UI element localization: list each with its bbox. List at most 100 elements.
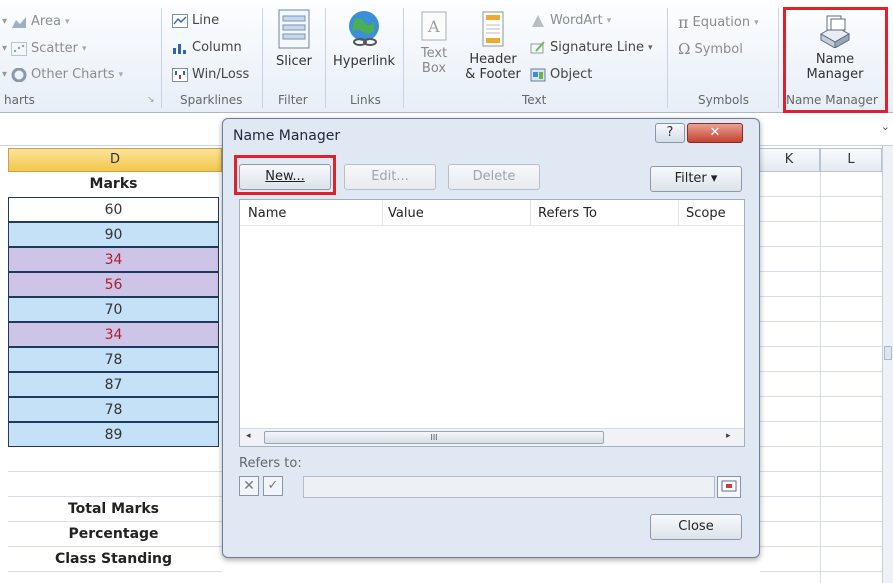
horizontal-scrollbar[interactable]: ◂ III ▸ xyxy=(240,428,744,446)
svg-text:A: A xyxy=(427,17,440,36)
total-marks-cell[interactable]: Total Marks xyxy=(8,497,219,522)
scatter-chart-label: Scatter xyxy=(31,41,78,56)
ribbon-separator xyxy=(403,8,404,108)
delete-button[interactable]: Delete xyxy=(448,164,540,190)
header-footer-button[interactable]: Header & Footer xyxy=(462,10,524,82)
gridline xyxy=(760,271,882,272)
ribbon-separator xyxy=(667,8,668,108)
equation-button[interactable]: π Equation ▾ xyxy=(678,13,759,32)
scatter-chart-button[interactable]: ▾ Scatter ▾ xyxy=(2,41,86,56)
ribbon-separator xyxy=(161,8,162,108)
pi-icon: π xyxy=(678,13,689,32)
marks-value-cell[interactable]: 60 xyxy=(8,197,219,222)
object-button[interactable]: Object xyxy=(530,67,592,82)
help-button[interactable]: ? xyxy=(655,123,685,143)
hyperlink-button[interactable]: Hyperlink xyxy=(330,8,398,69)
ribbon-separator xyxy=(325,8,326,108)
horizontal-scroll-thumb[interactable]: III xyxy=(264,431,604,444)
vertical-scrollbar[interactable] xyxy=(882,146,893,583)
charts-group-label: harts xyxy=(4,93,35,107)
marks-value-cell[interactable]: 87 xyxy=(8,372,219,397)
column-header-k[interactable]: K xyxy=(758,148,820,172)
symbol-button[interactable]: Ω Symbol xyxy=(678,40,743,58)
area-chart-button[interactable]: ▾ Area ▾ xyxy=(2,14,69,29)
sparkline-column-icon xyxy=(173,43,186,54)
omega-icon: Ω xyxy=(678,40,691,58)
scroll-right-icon[interactable]: ▸ xyxy=(726,431,731,441)
sparkline-winloss-icon xyxy=(172,67,188,82)
ribbon-separator xyxy=(262,8,263,108)
marks-value-cell[interactable]: 90 xyxy=(8,222,219,247)
marks-value-cell[interactable]: 78 xyxy=(8,347,219,372)
column-header-value[interactable]: Value xyxy=(388,206,424,221)
gridline xyxy=(760,571,882,572)
signature-line-button[interactable]: Signature Line ▾ xyxy=(530,40,652,55)
marks-value-cell[interactable]: 56 xyxy=(8,272,219,297)
name-manager-highlight xyxy=(783,7,888,113)
equation-label: Equation xyxy=(692,15,751,30)
wordart-button[interactable]: WordArt ▾ xyxy=(530,13,611,28)
signature-line-icon xyxy=(530,40,545,53)
gridline xyxy=(760,546,882,547)
new-button-highlight xyxy=(234,155,336,195)
gridline xyxy=(760,346,882,347)
confirm-edit-check-icon[interactable]: ✓ xyxy=(263,476,283,496)
gridline xyxy=(760,246,882,247)
scatter-chart-icon xyxy=(11,41,28,56)
sparkline-column-button[interactable]: Column xyxy=(172,40,242,55)
other-charts-label: Other Charts xyxy=(31,67,115,82)
gridline xyxy=(760,396,882,397)
ribbon-separator xyxy=(778,8,779,108)
sparkline-winloss-button[interactable]: Win/Loss xyxy=(172,67,249,82)
symbols-group-label: Symbols xyxy=(698,93,749,107)
marks-value-cell[interactable]: 89 xyxy=(8,422,219,447)
list-header: Name Value Refers To Scope xyxy=(240,200,744,226)
area-chart-label: Area xyxy=(31,14,61,29)
column-header-refers-to[interactable]: Refers To xyxy=(538,206,597,221)
object-label: Object xyxy=(550,67,593,82)
sparkline-line-button[interactable]: Line xyxy=(172,13,219,28)
charts-dialog-launcher-icon[interactable]: ↘ xyxy=(147,95,155,105)
sparkline-line-label: Line xyxy=(192,13,220,28)
percentage-cell[interactable]: Percentage xyxy=(8,522,219,547)
marks-header-cell[interactable]: Marks xyxy=(8,172,219,197)
column-header-l[interactable]: L xyxy=(820,148,882,172)
names-list[interactable]: Name Value Refers To Scope ◂ III ▸ xyxy=(239,199,745,447)
marks-value-cell[interactable]: 34 xyxy=(8,247,219,272)
text-box-button[interactable]: A Text Box xyxy=(408,10,460,76)
hyperlink-globe-icon xyxy=(349,11,379,46)
scrollbar-thumb[interactable] xyxy=(884,346,892,360)
column-header-d[interactable]: D xyxy=(8,148,222,172)
sparkline-line-icon xyxy=(172,13,188,28)
edit-button[interactable]: Edit... xyxy=(344,164,436,190)
wordart-icon xyxy=(532,14,544,27)
header-footer-label-line2: & Footer xyxy=(465,67,521,82)
gridline xyxy=(8,471,222,472)
column-header-scope[interactable]: Scope xyxy=(686,206,726,221)
scroll-left-icon[interactable]: ◂ xyxy=(246,431,251,441)
gridline xyxy=(760,221,882,222)
formula-expand-icon[interactable]: ⌄ xyxy=(881,120,890,133)
class-standing-cell[interactable]: Class Standing xyxy=(8,547,219,572)
gridline xyxy=(760,496,882,497)
other-charts-button[interactable]: ▾ Other Charts ▾ xyxy=(2,67,123,82)
area-chart-icon xyxy=(12,16,27,28)
filter-button[interactable]: Filter ▾ xyxy=(650,166,742,192)
refers-to-input[interactable] xyxy=(303,476,715,498)
links-group-label: Links xyxy=(350,93,381,107)
text-box-label-line2: Box xyxy=(421,61,447,76)
close-button[interactable]: Close xyxy=(650,514,742,540)
cancel-edit-x-icon[interactable]: ✕ xyxy=(239,476,259,496)
column-header-name[interactable]: Name xyxy=(248,206,286,221)
symbol-label: Symbol xyxy=(694,41,743,57)
text-box-label-line1: Text xyxy=(420,46,448,61)
marks-value-cell[interactable]: 78 xyxy=(8,397,219,422)
slicer-label: Slicer xyxy=(276,54,312,69)
close-x-button[interactable]: ✕ xyxy=(687,123,743,143)
collapse-dialog-button[interactable] xyxy=(717,476,741,498)
gridline xyxy=(760,471,882,472)
sparkline-winloss-label: Win/Loss xyxy=(192,67,250,82)
slicer-button[interactable]: Slicer xyxy=(268,8,320,69)
marks-value-cell[interactable]: 34 xyxy=(8,322,219,347)
marks-value-cell[interactable]: 70 xyxy=(8,297,219,322)
